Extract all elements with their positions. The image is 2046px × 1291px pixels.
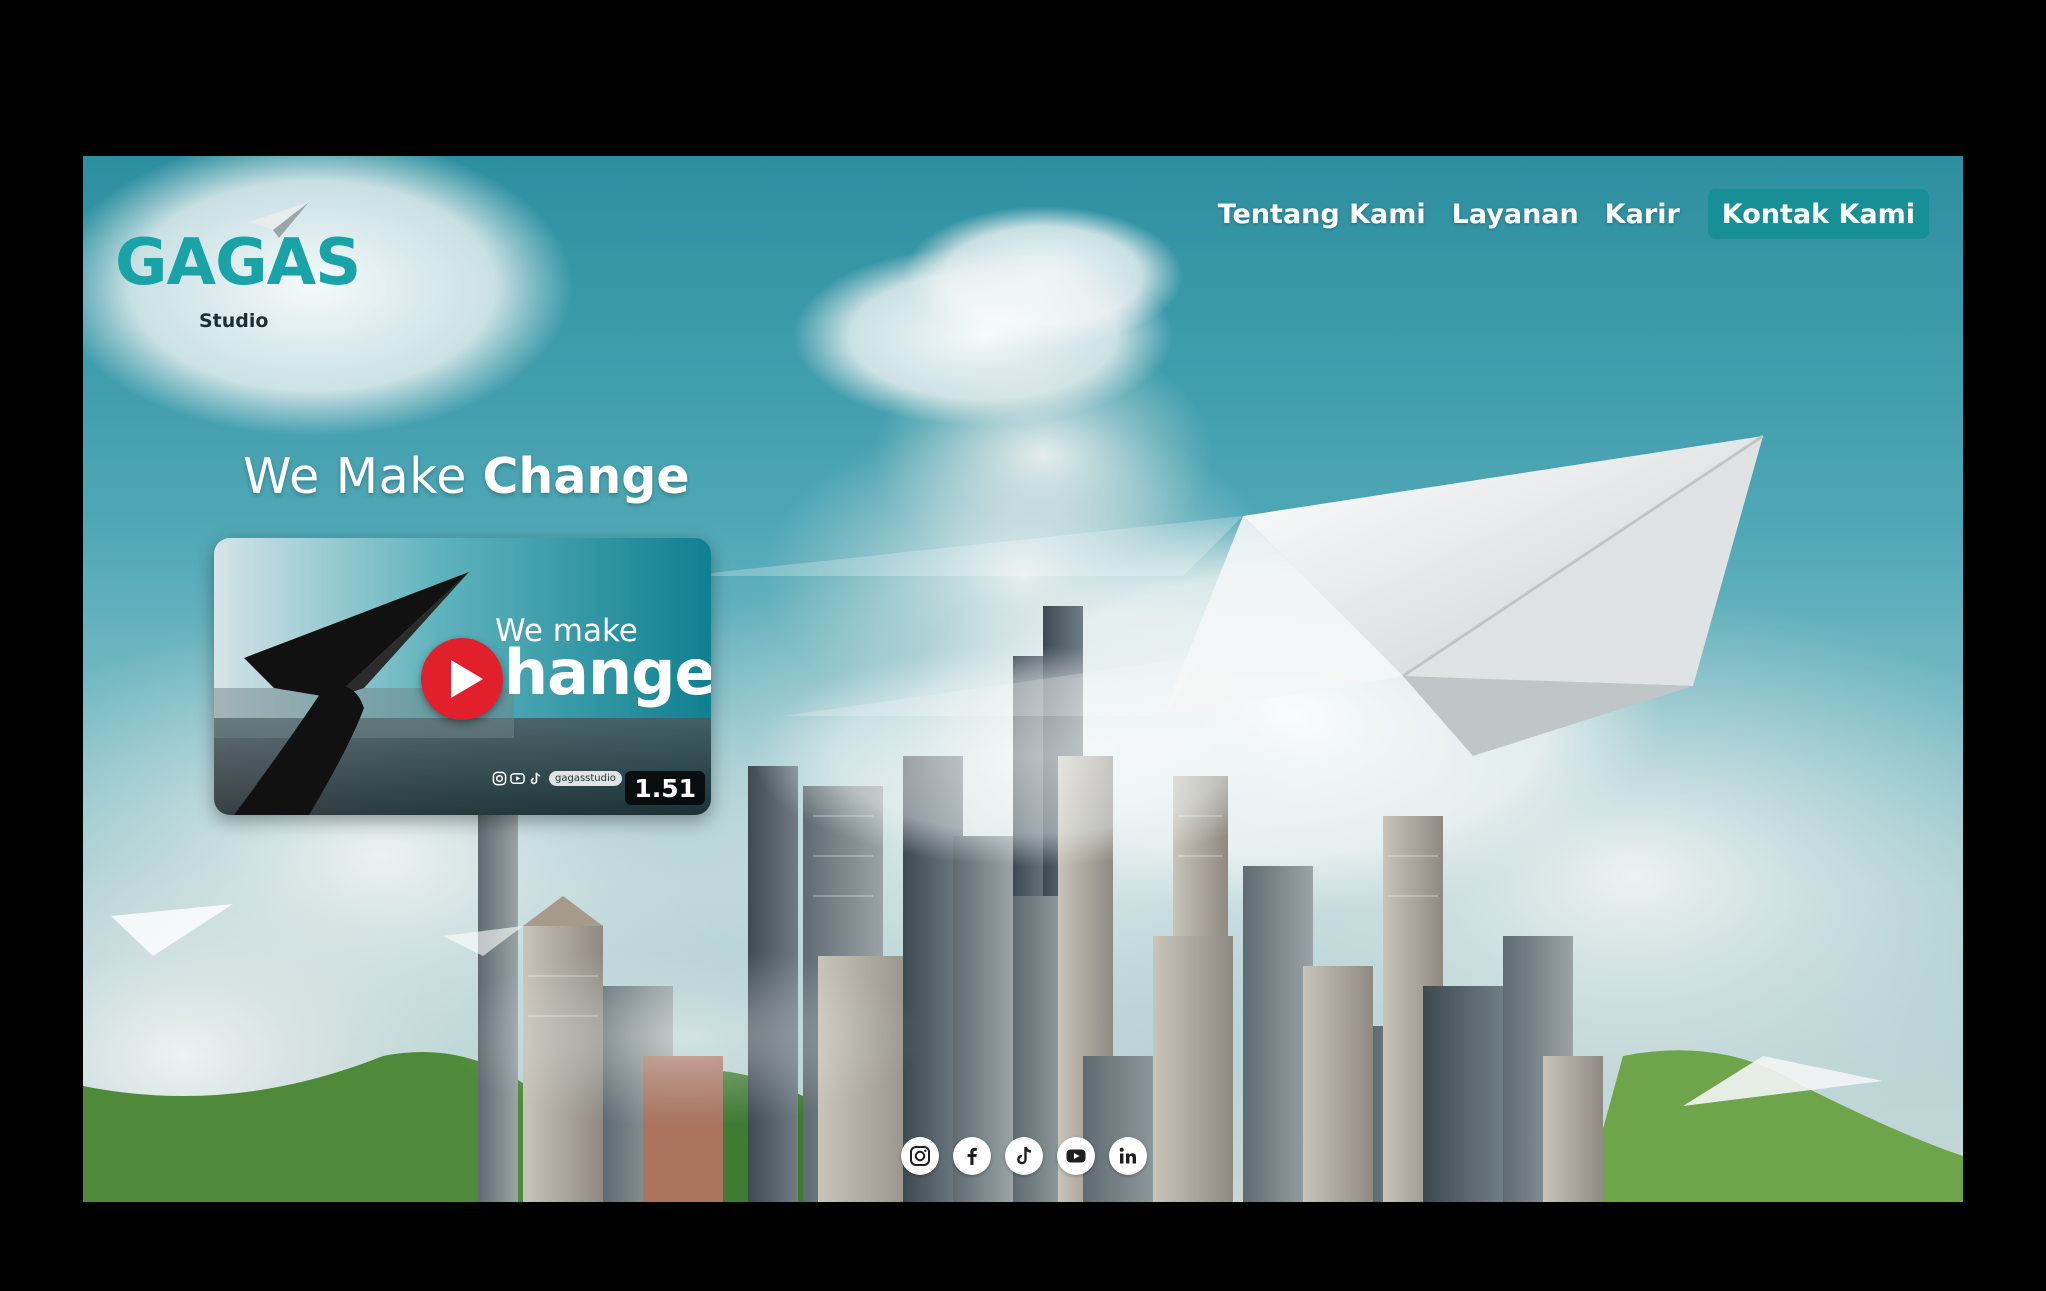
main-nav: Tentang Kami Layanan Karir Kontak Kami xyxy=(1192,189,1929,239)
video-title-big: hange xyxy=(504,636,711,709)
play-button[interactable] xyxy=(421,638,503,720)
brand-logo[interactable]: GAGAS Studio xyxy=(115,176,375,331)
play-icon xyxy=(451,660,483,698)
headline-light: We Make xyxy=(243,448,467,505)
youtube-icon xyxy=(510,773,525,784)
social-links xyxy=(901,1137,1161,1175)
hero-headline: We Make Change xyxy=(243,452,690,501)
headline-bold: Change xyxy=(482,448,690,505)
tiktok-icon xyxy=(1017,1146,1032,1165)
video-thumbnail[interactable]: We make hange gagasstudio 1.51 xyxy=(214,538,711,815)
linkedin-icon xyxy=(1119,1147,1136,1164)
facebook-icon xyxy=(967,1147,977,1165)
video-handle: gagasstudio xyxy=(549,771,622,786)
brand-name: GAGAS xyxy=(115,226,361,300)
video-duration: 1.51 xyxy=(625,771,705,805)
instagram-link[interactable] xyxy=(901,1137,939,1175)
instagram-icon xyxy=(492,771,507,786)
contact-button[interactable]: Kontak Kami xyxy=(1707,189,1929,239)
nav-item-karir[interactable]: Karir xyxy=(1605,201,1680,228)
brand-subtitle: Studio xyxy=(199,310,269,332)
instagram-icon xyxy=(910,1146,930,1166)
nav-item-tentang-kami[interactable]: Tentang Kami xyxy=(1218,201,1426,228)
youtube-icon xyxy=(1066,1149,1086,1163)
tiktok-link[interactable] xyxy=(1005,1137,1043,1175)
youtube-link[interactable] xyxy=(1057,1137,1095,1175)
linkedin-link[interactable] xyxy=(1109,1137,1147,1175)
video-social-handles: gagasstudio xyxy=(492,771,622,786)
nav-item-layanan[interactable]: Layanan xyxy=(1452,201,1579,228)
hero-section: GAGAS Studio Tentang Kami Layanan Karir … xyxy=(83,156,1963,1202)
facebook-link[interactable] xyxy=(953,1137,991,1175)
tiktok-icon xyxy=(530,772,541,785)
